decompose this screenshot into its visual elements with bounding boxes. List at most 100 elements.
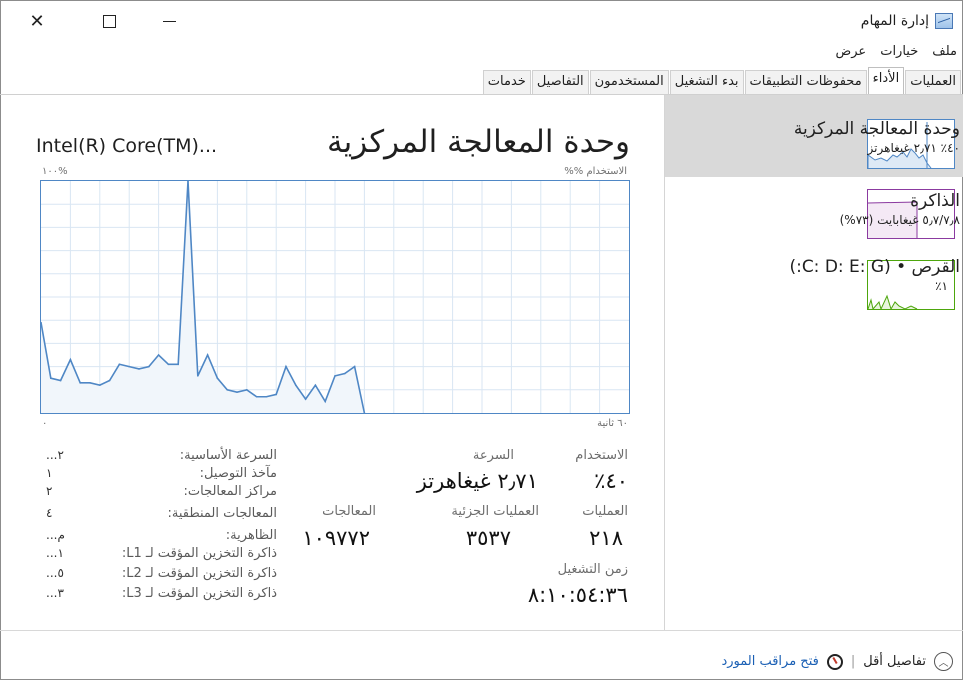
processes-value: ٢١٨ xyxy=(589,526,623,550)
handles-value: ١٠٩٧٧٢ xyxy=(302,526,370,550)
chevron-up-icon[interactable]: ︿ xyxy=(934,652,953,671)
spec-label: مآخذ التوصيل: xyxy=(199,466,277,481)
spec-value: ٤ xyxy=(46,506,53,520)
close-icon[interactable]: ✕ xyxy=(22,10,52,32)
cpu-usage-chart xyxy=(40,180,630,414)
cpu-label: وحدة المعالجة المركزية xyxy=(793,119,960,139)
cpu-usage-point xyxy=(89,382,91,384)
cpu-usage-point xyxy=(314,384,317,386)
speed-value: ٢٫٧١ غيغاهرتز xyxy=(416,469,538,493)
cpu-usage-point xyxy=(363,412,366,413)
cpu-usage-point xyxy=(157,354,160,356)
maximize-icon[interactable] xyxy=(94,10,124,32)
cpu-usage-point xyxy=(344,372,346,375)
footer-separator: | xyxy=(850,654,856,669)
spec-value: ٢ xyxy=(46,484,53,498)
chart-min-label: ٠ xyxy=(42,418,48,429)
disk-summary: ١٪ xyxy=(935,279,948,293)
cpu-usage-point xyxy=(304,398,307,400)
cpu-summary: ٤٠٪ ٢٫٧١ غيغاهرتز xyxy=(867,141,960,155)
processes-label: العمليات xyxy=(582,504,628,519)
spec-value: ...٢ xyxy=(46,448,64,462)
handles-label: المعالجات xyxy=(322,504,376,519)
menu-file[interactable]: ملف xyxy=(932,44,957,59)
cpu-usage-point xyxy=(285,365,287,368)
cpu-usage-point xyxy=(216,377,219,379)
spec-label: مراكز المعالجات: xyxy=(183,484,278,499)
window-title-text: إدارة المهام xyxy=(860,13,929,29)
spec-label: ذاكرة التخزين المؤقت لـ L3: xyxy=(121,586,277,601)
uptime-label: زمن التشغيل xyxy=(557,562,628,577)
cpu-usage-point xyxy=(265,395,268,398)
uptime-value: ٨:١٠:٥٤:٣٦ xyxy=(527,583,628,607)
threads-value: ٣٥٣٧ xyxy=(465,526,511,550)
speed-label: السرعة xyxy=(472,448,514,463)
disk-label: القرص • (C: D: E: G:) xyxy=(789,257,960,277)
menu-bar: ملف خيارات عرض xyxy=(836,44,957,59)
cpu-usage-point xyxy=(69,358,72,361)
tab-performance[interactable]: الأداء xyxy=(867,67,905,95)
tab-users[interactable]: المستخدمون xyxy=(589,70,669,94)
cpu-usage-point xyxy=(167,363,170,366)
cpu-usage-point xyxy=(275,393,277,396)
fewer-details-link[interactable]: تفاصيل أقل xyxy=(863,654,926,669)
spec-label: السرعة الأساسية: xyxy=(179,448,277,463)
chart-max-label: ١٠٠% xyxy=(42,166,68,177)
resource-memory[interactable]: الذاكرة ٥٫٧/٧٫٨ غيغابايت (٧٣%) xyxy=(665,179,963,261)
cpu-usage-point xyxy=(118,363,121,366)
cpu-usage-point xyxy=(79,382,81,384)
threads-label: العمليات الجزئية xyxy=(451,504,539,519)
tab-details[interactable]: التفاصيل xyxy=(531,70,589,94)
cpu-usage-point xyxy=(206,354,209,356)
cpu-usage-point xyxy=(187,181,189,182)
tab-strip: العمليات الأداء محفوظات التطبيقات بدء ال… xyxy=(482,67,961,95)
minimize-icon[interactable] xyxy=(154,10,184,32)
usage-label: الاستخدام xyxy=(575,448,628,463)
cpu-usage-point xyxy=(236,391,238,393)
footer-divider xyxy=(0,630,963,631)
title-bar: ✕ إدارة المهام xyxy=(0,0,963,40)
memory-summary: ٥٫٧/٧٫٨ غيغابايت (٧٣%) xyxy=(839,213,960,227)
chart-time-label: ٦٠ ثانية xyxy=(597,418,628,429)
cpu-usage-point xyxy=(334,375,336,377)
spec-value: ...١ xyxy=(46,546,64,560)
cpu-usage-point xyxy=(353,365,356,368)
resource-list: وحدة المعالجة المركزية ٤٠٪ ٢٫٧١ غيغاهرتز… xyxy=(664,95,963,630)
cpu-usage-point xyxy=(128,365,130,368)
usage-value: ٤٠٪ xyxy=(594,469,628,493)
spec-value: ...٣ xyxy=(46,586,64,600)
tab-services[interactable]: خدمات xyxy=(482,70,531,94)
cpu-usage-point xyxy=(50,377,52,379)
spec-value: ...٥ xyxy=(46,566,64,580)
cpu-usage-point xyxy=(295,384,297,386)
spec-label: الظاهرية: xyxy=(225,528,277,543)
cpu-usage-point xyxy=(99,384,101,386)
tab-startup[interactable]: بدء التشغيل xyxy=(669,70,744,94)
open-resource-monitor-link[interactable]: فتح مراقب المورد xyxy=(721,654,818,669)
footer: ︿ تفاصيل أقل | فتح مراقب المورد xyxy=(721,652,953,671)
cpu-usage-point xyxy=(226,389,228,391)
resource-cpu[interactable]: وحدة المعالجة المركزية ٤٠٪ ٢٫٧١ غيغاهرتز xyxy=(665,95,963,177)
memory-label: الذاكرة xyxy=(910,191,960,211)
cpu-usage-point xyxy=(324,400,327,403)
spec-value: ...م xyxy=(46,528,65,542)
menu-options[interactable]: خيارات xyxy=(880,44,918,59)
cpu-model: Intel(R) Core(TM)... xyxy=(36,135,218,157)
cpu-usage-point xyxy=(177,363,179,366)
cpu-usage-point xyxy=(59,379,62,382)
cpu-usage-point xyxy=(41,321,42,324)
cpu-usage-point xyxy=(246,389,248,391)
tab-processes[interactable]: العمليات xyxy=(905,70,961,94)
cpu-usage-point xyxy=(138,368,140,370)
cpu-usage-point xyxy=(108,379,111,382)
resource-disk[interactable]: القرص • (C: D: E: G:) ١٪ xyxy=(665,255,963,337)
tab-app-history[interactable]: محفوظات التطبيقات xyxy=(744,70,867,94)
cpu-usage-point xyxy=(197,375,199,377)
menu-view[interactable]: عرض xyxy=(836,44,867,59)
window-title: إدارة المهام xyxy=(861,13,953,29)
chart-usage-label: الاستخدام %% xyxy=(564,166,627,177)
spec-label: ذاكرة التخزين المؤقت لـ L1: xyxy=(121,546,277,561)
cpu-usage-point xyxy=(148,365,150,368)
resource-monitor-icon xyxy=(826,653,843,670)
spec-label: المعالجات المنطقية: xyxy=(167,506,277,521)
